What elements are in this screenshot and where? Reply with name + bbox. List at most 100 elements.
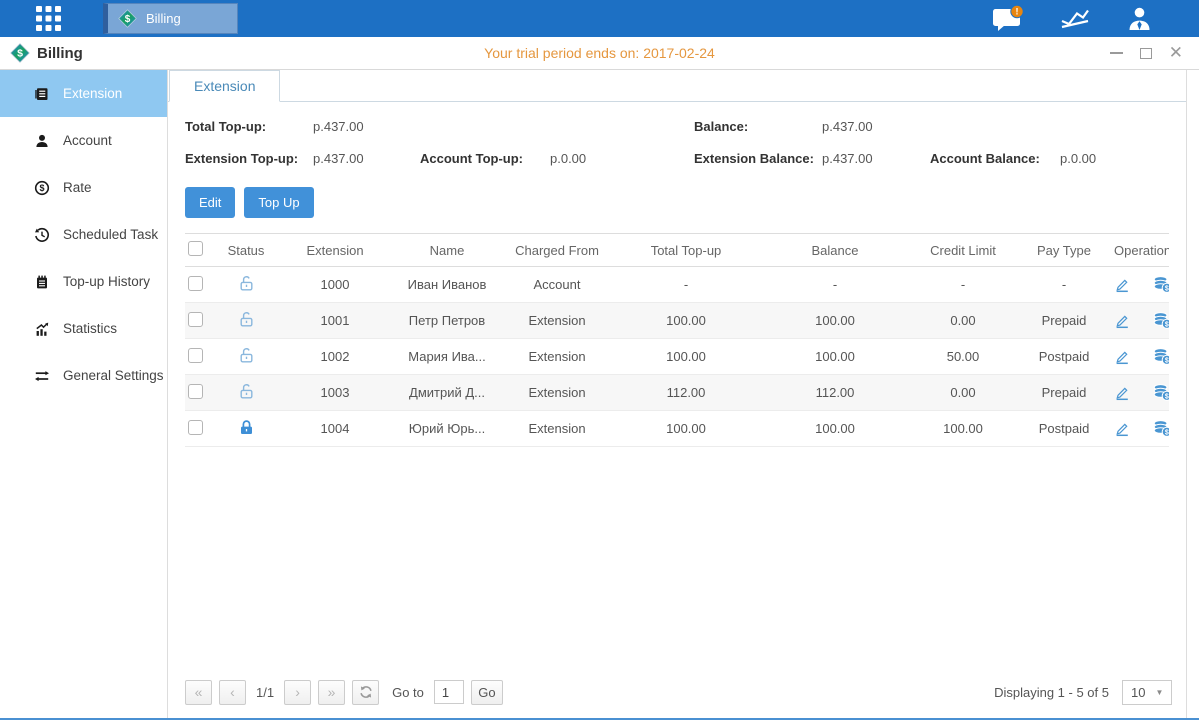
cell-pay-type: Prepaid [1015,375,1113,411]
go-button[interactable]: Go [471,680,503,705]
cell-name: Иван Иванов [393,267,501,303]
svg-text:$: $ [1165,394,1169,401]
next-page-button[interactable]: › [284,680,311,705]
person-icon [33,133,50,149]
edit-icon[interactable] [1114,421,1130,437]
sidebar-item-scheduled-task[interactable]: Scheduled Task [0,211,167,258]
page-indicator: 1/1 [256,685,274,700]
lock-open-icon[interactable] [238,347,255,364]
cell-pay-type: Prepaid [1015,303,1113,339]
col-balance: Balance [759,234,911,267]
cell-extension: 1002 [277,339,393,375]
maximize-icon[interactable] [1140,48,1152,59]
lock-open-icon[interactable] [238,311,255,328]
svg-text:$: $ [1165,322,1169,329]
table-row[interactable]: 1001 Петр Петров Extension 100.00 100.00… [185,303,1169,339]
svg-text:!: ! [1016,6,1019,16]
row-checkbox[interactable] [188,348,203,363]
pagination-bar: « ‹ 1/1 › » Go to Go Displaying 1 - 5 of… [185,679,1172,705]
sidebar-item-label: Statistics [63,321,117,336]
messages-icon[interactable]: ! [992,5,1024,33]
table-row[interactable]: 1002 Мария Ива... Extension 100.00 100.0… [185,339,1169,375]
cell-charged-from: Extension [501,339,613,375]
table-row[interactable]: 1000 Иван Иванов Account - - - - [185,267,1169,303]
row-checkbox[interactable] [188,312,203,327]
tab-extension[interactable]: Extension [169,70,280,102]
page-size-value: 10 [1131,685,1145,700]
last-page-button[interactable]: » [318,680,345,705]
cell-name: Мария Ива... [393,339,501,375]
edit-icon[interactable] [1114,313,1130,329]
sidebar-item-statistics[interactable]: Statistics [0,305,167,352]
topup-icon[interactable]: $ [1153,348,1169,365]
minimize-icon[interactable] [1110,52,1123,54]
col-charged-from: Charged From [501,234,613,267]
page-size-select[interactable]: 10 ▼ [1122,680,1172,705]
sidebar-item-label: Top-up History [63,274,150,289]
top-up-button[interactable]: Top Up [244,187,313,218]
prev-page-button[interactable]: ‹ [219,680,246,705]
sidebar-item-rate[interactable]: $ Rate [0,164,167,211]
topup-icon[interactable]: $ [1153,312,1169,329]
cell-charged-from: Extension [501,303,613,339]
row-checkbox[interactable] [188,276,203,291]
close-icon[interactable]: ✕ [1169,47,1183,59]
edit-icon[interactable] [1114,349,1130,365]
app-tab-billing[interactable]: $ Billing [103,3,238,34]
cell-balance: - [759,267,911,303]
cell-extension: 1000 [277,267,393,303]
topup-icon[interactable]: $ [1153,420,1169,437]
statistics-chart-icon [33,321,50,337]
svg-text:$: $ [1165,358,1169,365]
row-checkbox[interactable] [188,420,203,435]
goto-label: Go to [392,685,424,700]
cell-credit-limit: 0.00 [911,303,1015,339]
table-row[interactable]: 1004 Юрий Юрь... Extension 100.00 100.00… [185,411,1169,447]
table-row[interactable]: 1003 Дмитрий Д... Extension 112.00 112.0… [185,375,1169,411]
apps-grid-icon[interactable] [36,6,61,31]
sidebar-item-topup-history[interactable]: Top-up History [0,258,167,305]
edit-button[interactable]: Edit [185,187,235,218]
displaying-count: Displaying 1 - 5 of 5 [994,685,1109,700]
col-pay-type: Pay Type [1015,234,1113,267]
sidebar-item-label: Account [63,133,112,148]
svg-text:$: $ [125,14,131,25]
lock-closed-icon[interactable] [238,419,255,436]
trial-notice: Your trial period ends on: 2017-02-24 [0,45,1199,61]
topup-icon[interactable]: $ [1153,384,1169,401]
edit-icon[interactable] [1114,385,1130,401]
app-tab-label: Billing [146,11,181,26]
lock-open-icon[interactable] [238,275,255,292]
account-balance-label: Account Balance: [930,151,1060,166]
cell-pay-type: Postpaid [1015,411,1113,447]
sliders-icon [33,368,50,384]
refresh-button[interactable] [352,680,379,705]
sidebar-item-account[interactable]: Account [0,117,167,164]
first-page-button[interactable]: « [185,680,212,705]
lock-open-icon[interactable] [238,383,255,400]
cell-total-topup: 100.00 [613,411,759,447]
sidebar-item-extension[interactable]: Extension [0,70,167,117]
topup-icon[interactable]: $ [1153,276,1169,293]
cell-charged-from: Extension [501,375,613,411]
sidebar-item-label: Extension [63,86,122,101]
sidebar-item-label: Scheduled Task [63,227,158,242]
user-icon[interactable] [1126,5,1153,32]
edit-icon[interactable] [1114,277,1130,293]
col-extension: Extension [277,234,393,267]
extension-balance-label: Extension Balance: [694,151,822,166]
balance-value: p.437.00 [822,119,930,134]
extension-balance-value: p.437.00 [822,151,930,166]
sidebar-item-label: General Settings [63,368,164,383]
sidebar-item-label: Rate [63,180,92,195]
svg-text:$: $ [39,183,44,193]
row-checkbox[interactable] [188,384,203,399]
goto-page-input[interactable] [434,680,464,704]
cell-extension: 1004 [277,411,393,447]
cell-charged-from: Account [501,267,613,303]
reports-icon[interactable] [1060,7,1090,31]
svg-text:$: $ [1165,430,1169,437]
sidebar-item-general-settings[interactable]: General Settings [0,352,167,399]
balance-summary: Total Top-up: p.437.00 Balance: p.437.00… [185,119,1186,166]
select-all-checkbox[interactable] [188,241,203,256]
